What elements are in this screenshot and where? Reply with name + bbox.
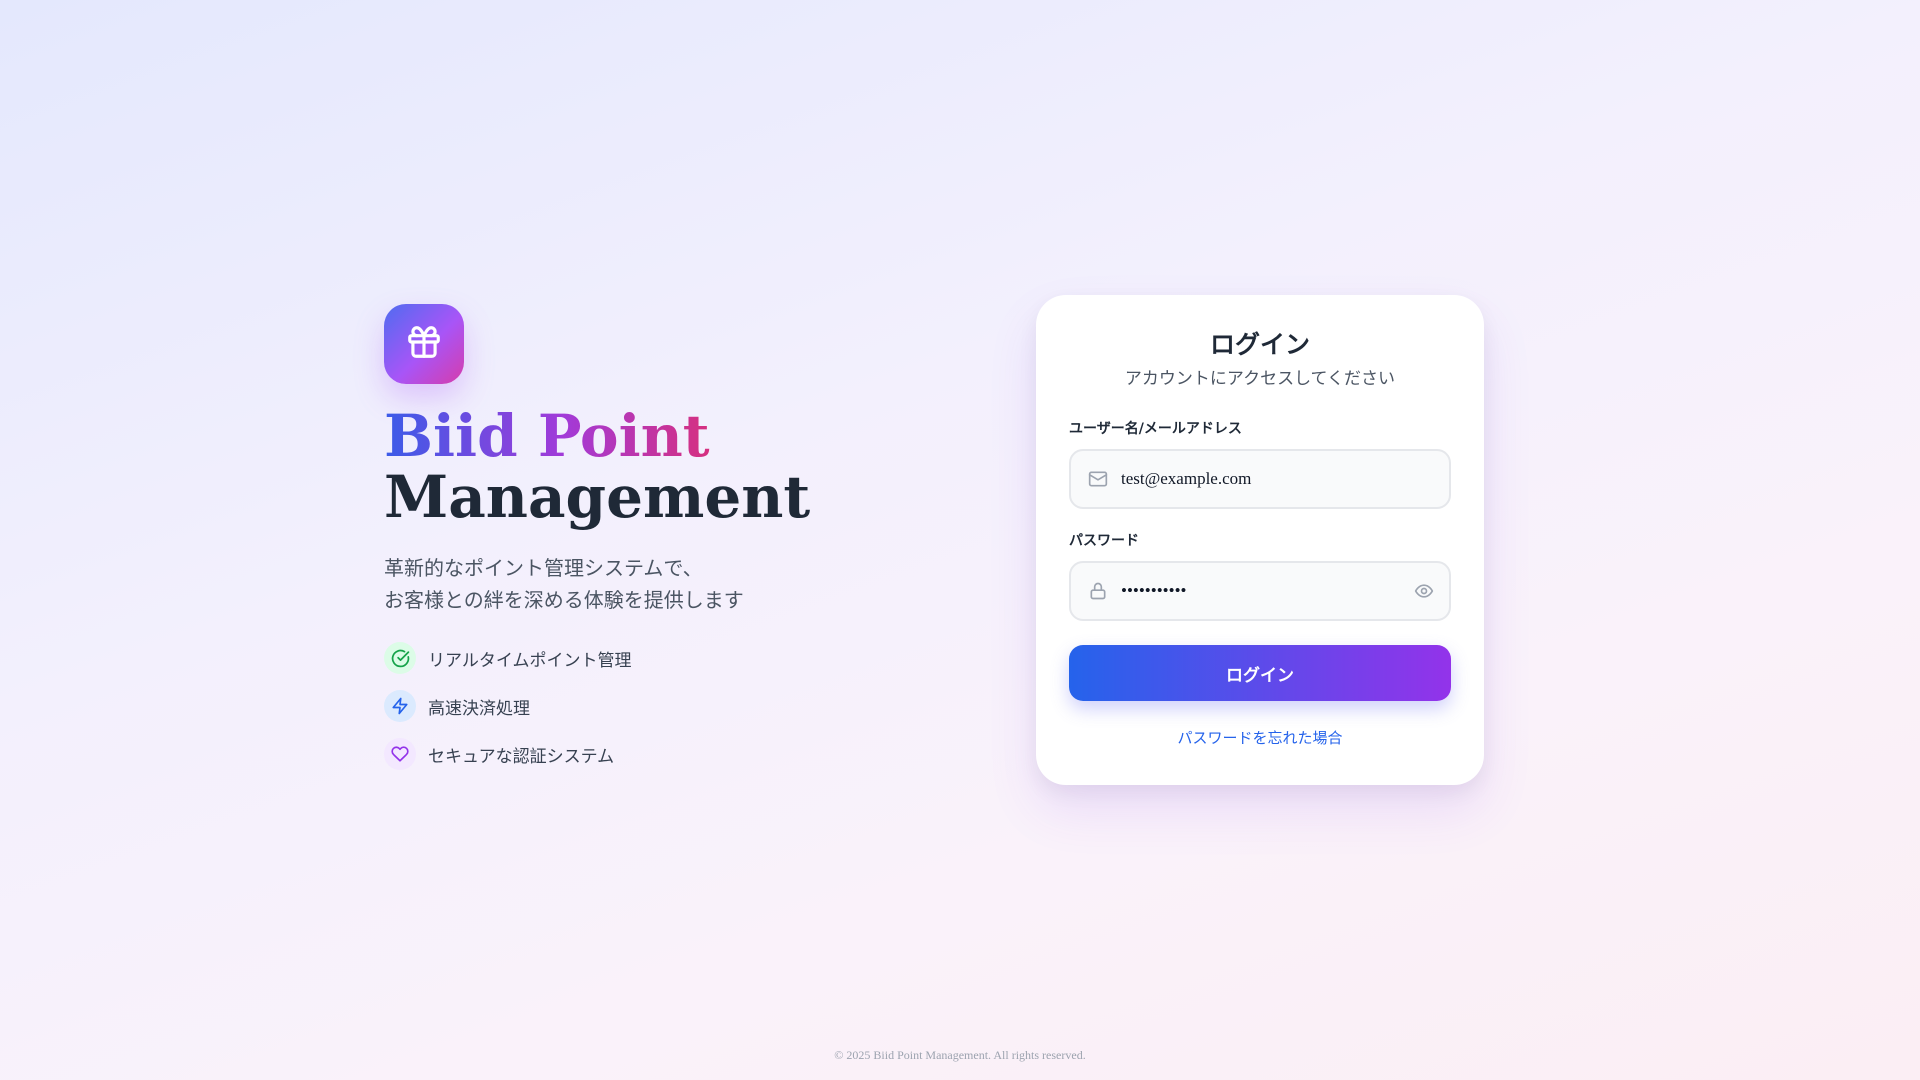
forgot-password-link[interactable]: パスワードを忘れた場合 <box>1069 727 1451 748</box>
lock-icon <box>1087 580 1109 602</box>
tagline-line2: お客様との絆を深める体験を提供します <box>384 588 744 612</box>
feature-label: 高速決済処理 <box>428 698 530 719</box>
gift-icon <box>405 323 443 365</box>
password-input[interactable] <box>1121 581 1413 601</box>
feature-list: リアルタイムポイント管理 高速決済処理 セキュアな認証システム <box>384 642 904 770</box>
tagline-line1: 革新的なポイント管理システムで、 <box>384 556 703 580</box>
tagline: 革新的なポイント管理システムで、 お客様との絆を深める体験を提供します <box>384 552 904 616</box>
mail-icon <box>1087 468 1109 490</box>
password-label: パスワード <box>1069 533 1139 549</box>
feature-label: リアルタイムポイント管理 <box>428 650 632 671</box>
heart-icon <box>384 738 416 770</box>
eye-icon[interactable] <box>1413 580 1435 602</box>
hero-section: Biid Point Management 革新的なポイント管理システムで、 お… <box>384 304 904 770</box>
footer-copyright: © 2025 Biid Point Management. All rights… <box>834 1048 1086 1062</box>
username-field <box>1069 449 1451 509</box>
login-title: ログイン <box>1209 330 1310 359</box>
login-button[interactable]: ログイン <box>1069 645 1451 701</box>
feature-item: リアルタイムポイント管理 <box>384 642 904 674</box>
login-subtitle: アカウントにアクセスしてください <box>1124 369 1396 389</box>
feature-label: セキュアな認証システム <box>428 746 615 767</box>
username-input[interactable] <box>1121 469 1435 489</box>
username-label: ユーザー名/メールアドレス <box>1069 421 1242 437</box>
lightning-icon <box>384 690 416 722</box>
password-field <box>1069 561 1451 621</box>
app-logo <box>384 304 464 384</box>
brand-title-line1: Biid Point <box>384 402 710 470</box>
feature-item: セキュアな認証システム <box>384 738 904 770</box>
brand-title-line2: Management <box>384 463 811 531</box>
login-card: ログイン アカウントにアクセスしてください ユーザー名/メールアドレス パスワー… <box>1036 295 1484 785</box>
check-circle-icon <box>384 642 416 674</box>
feature-item: 高速決済処理 <box>384 690 904 722</box>
